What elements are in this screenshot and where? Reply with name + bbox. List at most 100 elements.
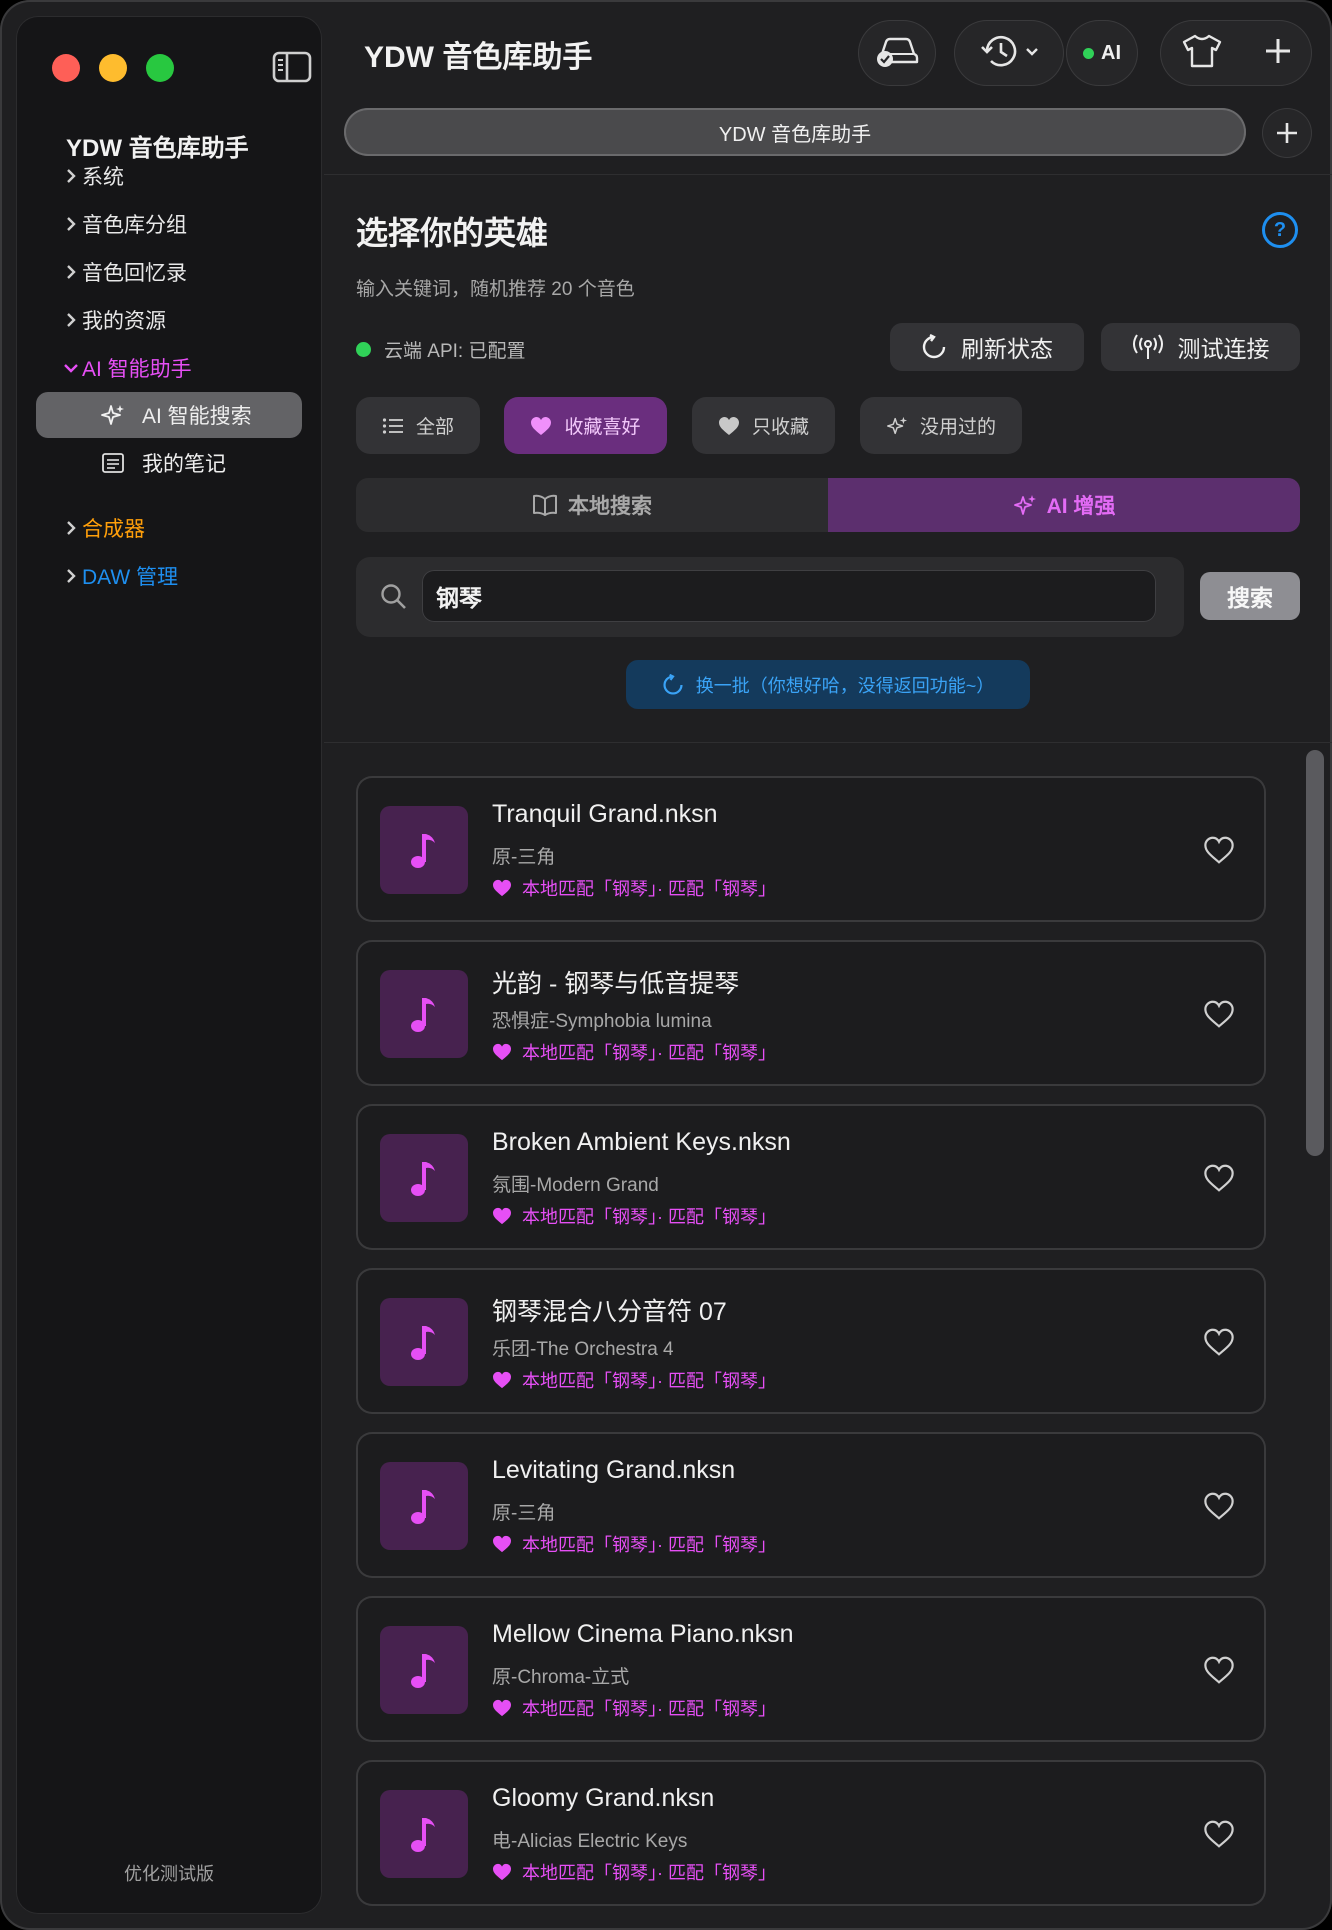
music-note-icon <box>380 970 468 1058</box>
search-icon <box>380 583 408 616</box>
result-match-label: 本地匹配「钢琴」· 匹配「钢琴」 <box>522 1535 776 1555</box>
sidebar-item-label: AI 智能助手 <box>82 358 192 381</box>
result-card[interactable]: Mellow Cinema Piano.nksn 原-Chroma-立式 本地匹… <box>356 1596 1266 1742</box>
ai-status-button[interactable]: AI <box>1066 20 1138 86</box>
version-label: 优化测试版 <box>124 1864 214 1884</box>
status-dot <box>1083 47 1094 59</box>
tab-main[interactable]: YDW 音色库助手 <box>344 108 1246 156</box>
search-box <box>356 557 1184 637</box>
result-meta: 乐团-The Orchestra 4 <box>492 1339 674 1360</box>
result-match: 本地匹配「钢琴」· 匹配「钢琴」 <box>492 1039 776 1065</box>
sidebar-subitem-label: AI 智能搜索 <box>142 405 252 428</box>
favorite-heart-icon[interactable] <box>1202 1654 1236 1686</box>
tab-local-search[interactable]: 本地搜索 <box>356 478 828 532</box>
heart-icon <box>492 1371 512 1389</box>
refresh-status-label: 刷新状态 <box>961 336 1053 362</box>
filter-label: 没用过的 <box>919 417 996 438</box>
result-card[interactable]: Tranquil Grand.nksn 原-三角 本地匹配「钢琴」· 匹配「钢琴… <box>356 776 1266 922</box>
favorite-heart-icon[interactable] <box>1202 834 1236 866</box>
sidebar-item-resources[interactable]: 我的资源 <box>60 302 166 338</box>
minimize-window-button[interactable] <box>99 54 127 82</box>
refresh-icon <box>662 673 684 696</box>
search-button[interactable]: 搜索 <box>1200 572 1300 620</box>
api-status-label: 云端 API: 已配置 <box>384 341 526 362</box>
result-card[interactable]: 钢琴混合八分音符 07 乐团-The Orchestra 4 本地匹配「钢琴」·… <box>356 1268 1266 1414</box>
filter-favorites-liked[interactable]: 收藏喜好 <box>504 397 667 454</box>
favorite-heart-icon[interactable] <box>1202 1490 1236 1522</box>
sparkles-icon <box>1013 493 1037 517</box>
result-meta: 原-三角 <box>492 847 556 868</box>
sidebar-item-system[interactable]: 系统 <box>60 158 124 194</box>
plus-icon[interactable] <box>1264 37 1292 70</box>
result-meta: 原-Chroma-立式 <box>492 1667 630 1688</box>
book-icon <box>532 494 558 516</box>
filter-label: 收藏喜好 <box>564 417 641 438</box>
sidebar-item-memoir[interactable]: 音色回忆录 <box>60 254 187 290</box>
sidebar-item-synthesizer[interactable]: 合成器 <box>60 510 145 546</box>
car-check-icon <box>874 34 920 73</box>
test-connection-button[interactable]: 测试连接 <box>1101 323 1300 371</box>
filter-all[interactable]: 全部 <box>356 397 480 454</box>
heart-icon <box>492 1863 512 1881</box>
api-status: 云端 API: 已配置 <box>356 336 525 363</box>
result-match: 本地匹配「钢琴」· 匹配「钢琴」 <box>492 875 776 901</box>
filter-label: 全部 <box>415 417 454 438</box>
chevron-right-icon <box>60 261 82 283</box>
refresh-status-button[interactable]: 刷新状态 <box>890 323 1084 371</box>
history-menu-button[interactable] <box>954 20 1064 86</box>
result-card[interactable]: Levitating Grand.nksn 原-三角 本地匹配「钢琴」· 匹配「… <box>356 1432 1266 1578</box>
sidebar-item-label: 音色库分组 <box>82 214 187 237</box>
zoom-window-button[interactable] <box>146 54 174 82</box>
music-note-icon <box>380 1134 468 1222</box>
chevron-right-icon <box>60 309 82 331</box>
divider <box>324 742 1332 743</box>
result-name: Tranquil Grand.nksn <box>492 800 718 828</box>
refresh-icon <box>921 334 947 360</box>
plus-icon <box>1277 123 1297 143</box>
sidebar-item-ai-assistant[interactable]: AI 智能助手 <box>60 350 192 386</box>
filter-favorites-only[interactable]: 只收藏 <box>692 397 835 454</box>
refresh-batch-button[interactable]: 换一批（你想好哈，没得返回功能~） <box>626 660 1030 709</box>
chevron-down-icon <box>60 357 82 379</box>
result-match-label: 本地匹配「钢琴」· 匹配「钢琴」 <box>522 879 776 899</box>
sidebar-subitem-notes[interactable]: 我的笔记 <box>36 440 302 486</box>
sidebar-item-library-groups[interactable]: 音色库分组 <box>60 206 187 242</box>
sidebar-toggle-icon[interactable] <box>272 50 312 84</box>
favorite-heart-icon[interactable] <box>1202 1818 1236 1850</box>
favorite-heart-icon[interactable] <box>1202 1162 1236 1194</box>
result-match: 本地匹配「钢琴」· 匹配「钢琴」 <box>492 1531 776 1557</box>
close-window-button[interactable] <box>52 54 80 82</box>
test-connection-label: 测试连接 <box>1177 336 1270 362</box>
sidebar-item-label: 系统 <box>82 166 124 189</box>
favorite-heart-icon[interactable] <box>1202 1326 1236 1358</box>
result-name: Gloomy Grand.nksn <box>492 1784 715 1812</box>
result-name: Broken Ambient Keys.nksn <box>492 1128 791 1156</box>
chevron-right-icon <box>60 165 82 187</box>
result-card[interactable]: 光韵 - 钢琴与低音提琴 恐惧症-Symphobia lumina 本地匹配「钢… <box>356 940 1266 1086</box>
result-match: 本地匹配「钢琴」· 匹配「钢琴」 <box>492 1859 776 1885</box>
result-name: Levitating Grand.nksn <box>492 1456 736 1484</box>
car-check-button[interactable] <box>858 20 936 86</box>
page-title: 选择你的英雄 <box>356 215 549 251</box>
result-card[interactable]: Broken Ambient Keys.nksn 氛围-Modern Grand… <box>356 1104 1266 1250</box>
search-input[interactable] <box>422 570 1156 622</box>
sidebar-item-daw[interactable]: DAW 管理 <box>60 558 178 594</box>
add-tab-button[interactable] <box>1262 108 1312 158</box>
help-icon[interactable]: ? <box>1262 212 1298 248</box>
result-card[interactable]: Gloomy Grand.nksn 电-Alicias Electric Key… <box>356 1760 1266 1906</box>
tab-ai-enhanced[interactable]: AI 增强 <box>828 478 1300 532</box>
segment-label: 本地搜索 <box>568 495 652 518</box>
scrollbar-thumb[interactable] <box>1306 750 1324 1156</box>
theme-add-group <box>1160 20 1312 86</box>
favorite-heart-icon[interactable] <box>1202 998 1236 1030</box>
heart-icon <box>718 416 740 436</box>
result-meta: 恐惧症-Symphobia lumina <box>492 1011 712 1032</box>
note-icon <box>100 450 126 476</box>
chevron-right-icon <box>60 565 82 587</box>
result-match-label: 本地匹配「钢琴」· 匹配「钢琴」 <box>522 1699 776 1719</box>
filter-unused[interactable]: 没用过的 <box>860 397 1022 454</box>
result-match: 本地匹配「钢琴」· 匹配「钢琴」 <box>492 1203 776 1229</box>
heart-icon <box>492 879 512 897</box>
shirt-icon[interactable] <box>1181 33 1223 74</box>
sidebar-subitem-ai-search[interactable]: AI 智能搜索 <box>36 392 302 438</box>
